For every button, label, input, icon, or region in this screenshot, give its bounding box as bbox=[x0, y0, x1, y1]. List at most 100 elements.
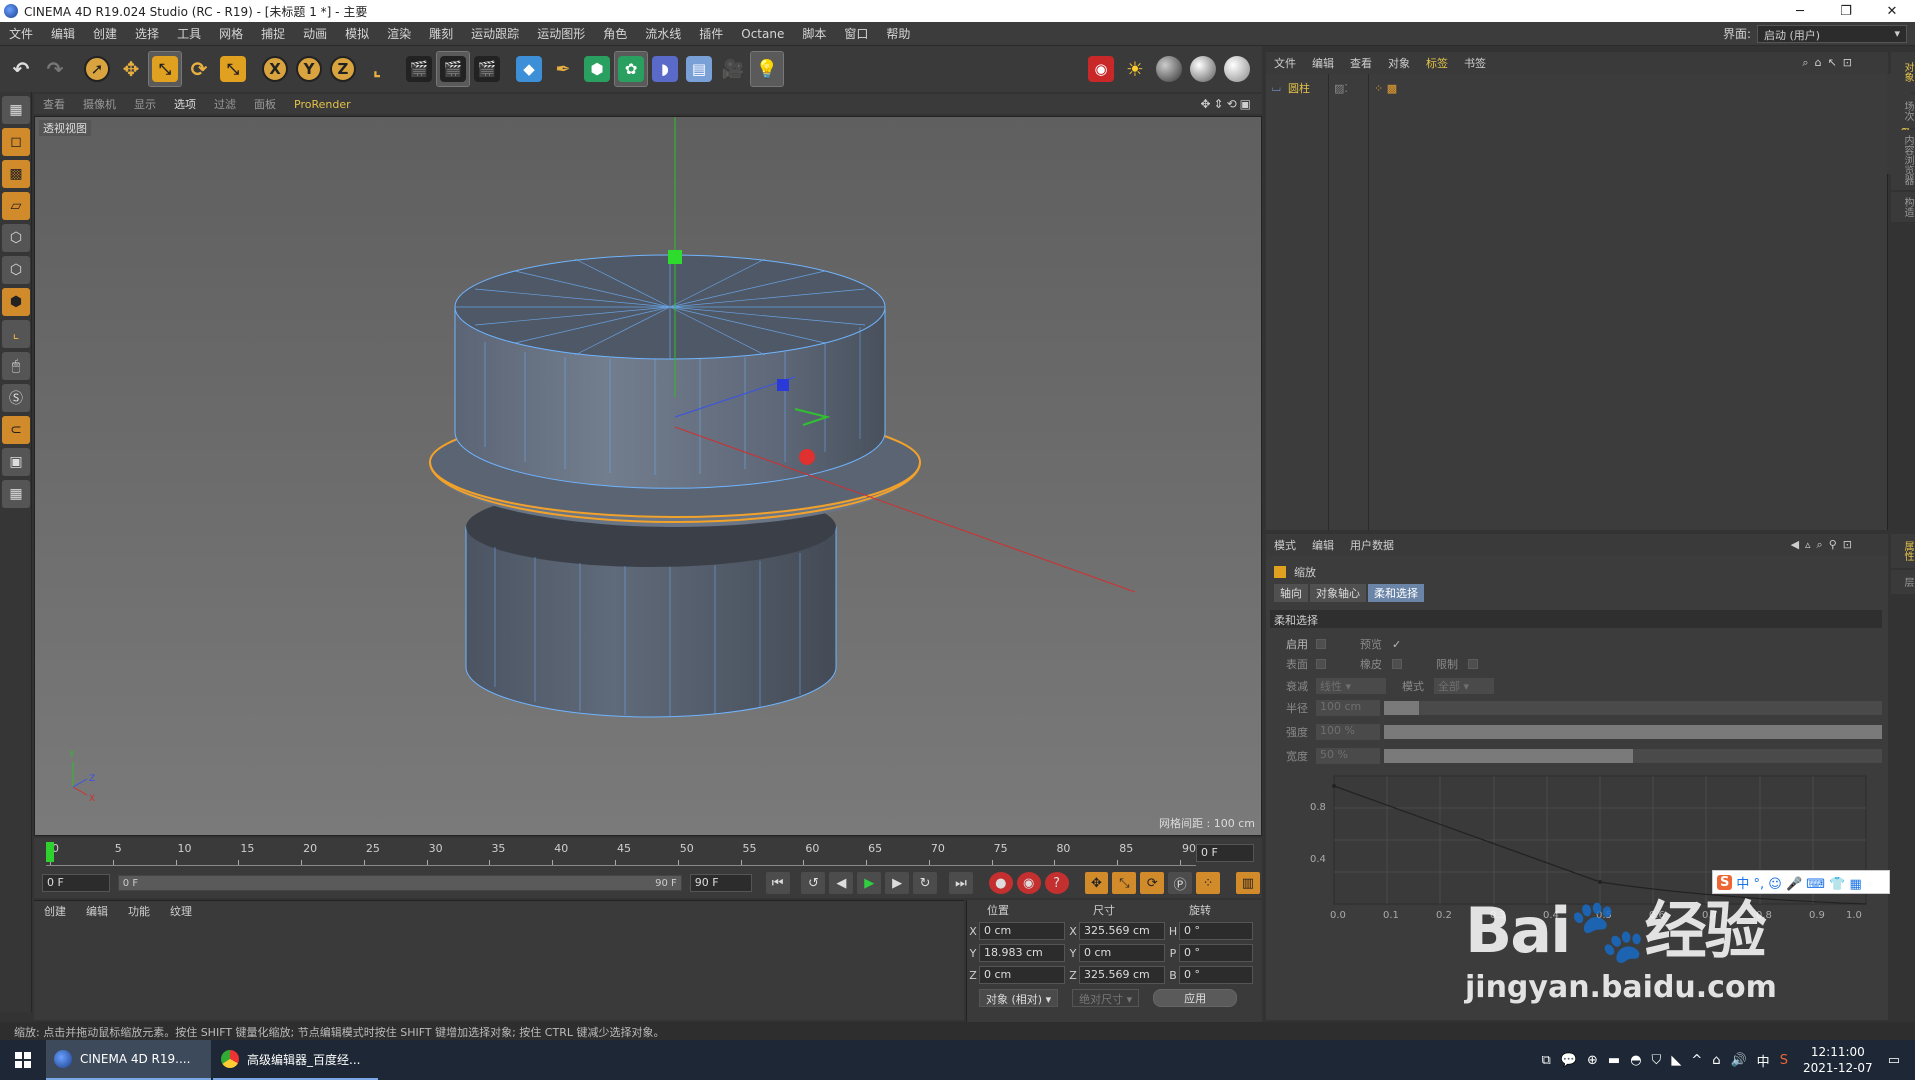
side-tab-structure[interactable]: 构造 bbox=[1891, 192, 1915, 222]
coordinate-mode-dropdown[interactable]: 对象 (相对) ▾ bbox=[979, 989, 1059, 1007]
system-clock[interactable]: 12:11:00 2021-12-07 bbox=[1803, 1044, 1873, 1076]
width-field[interactable]: 50 % bbox=[1316, 748, 1380, 764]
object-manager-icons[interactable]: ⌕⌂↖⊡ bbox=[1802, 56, 1888, 70]
sogou-tray-icon[interactable]: S bbox=[1780, 1053, 1788, 1068]
position-z-field[interactable]: 0 cm bbox=[979, 966, 1065, 984]
menu-tools[interactable]: 工具 bbox=[168, 25, 210, 42]
menu-sculpt[interactable]: 雕刻 bbox=[420, 25, 462, 42]
mode-dropdown[interactable]: 全部 ▾ bbox=[1434, 678, 1494, 694]
rotation-h-field[interactable]: 0 ° bbox=[1179, 922, 1253, 940]
maximize-button[interactable]: ❐ bbox=[1823, 0, 1869, 22]
shield-icon[interactable]: ⛉ bbox=[1652, 1053, 1662, 1068]
radius-slider[interactable] bbox=[1384, 701, 1882, 715]
play-button[interactable]: ▶ bbox=[857, 872, 882, 894]
points-mode-button[interactable]: ⬡ bbox=[2, 224, 30, 252]
cube-button[interactable]: ◆ bbox=[513, 52, 545, 86]
network-icon[interactable]: ⌂ bbox=[1712, 1053, 1720, 1068]
side-tab-content-browser[interactable]: 内容浏览器 bbox=[1891, 130, 1915, 190]
camera-button[interactable]: 🎥 bbox=[717, 52, 749, 86]
viewport-menu-options[interactable]: 选项 bbox=[165, 96, 205, 112]
make-editable-button[interactable]: ▦ bbox=[2, 96, 30, 124]
render-picture-viewer-button[interactable]: 🎬 bbox=[436, 51, 470, 87]
limit-checkbox[interactable] bbox=[1468, 659, 1478, 669]
size-y-field[interactable]: 0 cm bbox=[1079, 944, 1165, 962]
material-menu-edit[interactable]: 编辑 bbox=[76, 903, 118, 919]
minimize-button[interactable]: ─ bbox=[1777, 0, 1823, 22]
taskbar-item-cinema4d[interactable]: CINEMA 4D R19.... bbox=[46, 1040, 211, 1080]
go-to-start-button[interactable]: ⏮ bbox=[765, 872, 790, 894]
playhead[interactable] bbox=[46, 842, 54, 862]
octane-glossy-button[interactable] bbox=[1187, 52, 1219, 86]
close-button[interactable]: ✕ bbox=[1869, 0, 1915, 22]
layout-dropdown[interactable]: 启动 (用户) ▾ bbox=[1757, 24, 1907, 43]
object-menu-file[interactable]: 文件 bbox=[1266, 55, 1304, 71]
frame-ruler[interactable]: 0 5 10 15 20 25 30 35 40 45 50 55 60 65 70 75 80 85 90 bbox=[46, 842, 1196, 866]
tag-icons[interactable]: ⁘ ▩ bbox=[1374, 82, 1397, 95]
menu-edit[interactable]: 编辑 bbox=[42, 25, 84, 42]
menu-render[interactable]: 渲染 bbox=[378, 25, 420, 42]
ime-indicator[interactable]: 中 bbox=[1757, 1051, 1770, 1070]
position-x-field[interactable]: 0 cm bbox=[979, 922, 1065, 940]
menu-character[interactable]: 角色 bbox=[594, 25, 636, 42]
attribute-menu-user-data[interactable]: 用户数据 bbox=[1342, 537, 1402, 553]
nvidia-icon[interactable]: ◣ bbox=[1671, 1053, 1681, 1068]
viewport-menu-panel[interactable]: 面板 bbox=[245, 96, 285, 112]
undo-button[interactable]: ↶ bbox=[5, 52, 37, 86]
workplane-mode-button[interactable]: ▱ bbox=[2, 192, 30, 220]
material-menu-texture[interactable]: 纹理 bbox=[160, 903, 202, 919]
side-tab-takes[interactable]: 场次 bbox=[1891, 94, 1915, 128]
attribute-menu-mode[interactable]: 模式 bbox=[1266, 537, 1304, 553]
menu-mograph[interactable]: 运动图形 bbox=[528, 25, 594, 42]
material-menu-function[interactable]: 功能 bbox=[118, 903, 160, 919]
prev-key-button[interactable]: ↺ bbox=[801, 872, 826, 894]
position-y-field[interactable]: 18.983 cm bbox=[979, 944, 1065, 962]
menu-pipeline[interactable]: 流水线 bbox=[636, 25, 690, 42]
octane-sun-button[interactable]: ☀ bbox=[1119, 52, 1151, 86]
object-name[interactable]: 圆柱 bbox=[1288, 80, 1310, 96]
menu-file[interactable]: 文件 bbox=[0, 25, 42, 42]
viewport-menu-prorender[interactable]: ProRender bbox=[285, 98, 360, 111]
recent-tool-button[interactable]: ⤡ bbox=[217, 52, 249, 86]
model-mode-button[interactable]: ◻ bbox=[2, 128, 30, 156]
menu-help[interactable]: 帮助 bbox=[877, 25, 919, 42]
snap-button[interactable]: Ⓢ bbox=[2, 384, 30, 412]
width-slider[interactable] bbox=[1384, 749, 1882, 763]
folder-icon[interactable]: ▬ bbox=[1608, 1053, 1620, 1068]
edges-mode-button[interactable]: ⬡ bbox=[2, 256, 30, 284]
qq-icon[interactable]: ◓ bbox=[1630, 1053, 1641, 1068]
object-menu-bookmarks[interactable]: 书签 bbox=[1456, 55, 1494, 71]
render-settings-button[interactable]: 🎬 bbox=[471, 52, 503, 86]
viewport-nav-icons[interactable]: ✥⇕⟲▣ bbox=[1200, 97, 1262, 111]
menu-animate[interactable]: 动画 bbox=[294, 25, 336, 42]
start-button[interactable] bbox=[0, 1040, 46, 1080]
texture-mode-button[interactable]: ▩ bbox=[2, 160, 30, 188]
surface-checkbox[interactable] bbox=[1316, 659, 1326, 669]
render-view-button[interactable]: 🎬 bbox=[403, 52, 435, 86]
volume-icon[interactable]: 🔊 bbox=[1730, 1053, 1746, 1068]
notification-icon[interactable]: ▭ bbox=[1888, 1053, 1900, 1068]
side-tab-objects[interactable]: 对象 bbox=[1891, 52, 1915, 92]
live-selection-button[interactable]: ➚ bbox=[81, 52, 113, 86]
lock-workplane-button[interactable]: ▣ bbox=[2, 448, 30, 476]
light-button[interactable]: 💡 bbox=[750, 51, 784, 87]
taskbar-item-chrome[interactable]: 高级编辑器_百度经... bbox=[213, 1040, 378, 1080]
grid-button[interactable]: ▦ bbox=[2, 480, 30, 508]
viewport-menu-view[interactable]: 查看 bbox=[34, 96, 74, 112]
object-menu-edit[interactable]: 编辑 bbox=[1304, 55, 1342, 71]
falloff-dropdown[interactable]: 线性 ▾ bbox=[1316, 678, 1386, 694]
deformer-button[interactable]: ◗ bbox=[649, 52, 681, 86]
size-z-field[interactable]: 325.569 cm bbox=[1079, 966, 1165, 984]
rotation-p-field[interactable]: 0 ° bbox=[1179, 944, 1253, 962]
side-tab-attributes[interactable]: 属性 bbox=[1891, 534, 1915, 568]
menu-simulate[interactable]: 模拟 bbox=[336, 25, 378, 42]
timeline-button[interactable]: ▥ bbox=[1235, 872, 1260, 894]
timeline-ruler[interactable]: 0 5 10 15 20 25 30 35 40 45 50 55 60 65 70 75 80 85 90 0 F bbox=[34, 838, 1262, 868]
menu-motion-tracker[interactable]: 运动跟踪 bbox=[462, 25, 528, 42]
octane-render-button[interactable]: ◉ bbox=[1085, 52, 1117, 86]
current-frame-field[interactable]: 0 F bbox=[1196, 844, 1254, 862]
z-axis-button[interactable]: Z bbox=[327, 52, 359, 86]
menu-script[interactable]: 脚本 bbox=[793, 25, 835, 42]
axis-mode-button[interactable]: ⌞ bbox=[2, 320, 30, 348]
tweak-mode-button[interactable]: 🖱 bbox=[2, 352, 30, 380]
preview-checkmark-icon[interactable]: ✓ bbox=[1392, 638, 1401, 651]
